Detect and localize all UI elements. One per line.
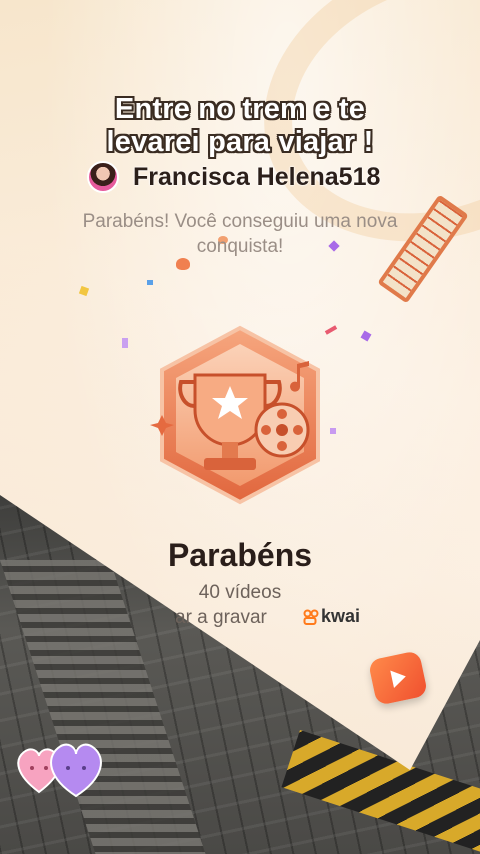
video-frame[interactable]: Entre no trem e te levarei para viajar !… xyxy=(0,0,480,854)
trophy-badge-icon xyxy=(140,320,340,510)
confetti xyxy=(122,338,128,348)
videos-count: 40 vídeos xyxy=(198,582,282,603)
kwai-logo: kwai xyxy=(303,606,360,627)
video-caption-line-1: Entre no trem e te xyxy=(114,93,366,125)
confetti xyxy=(147,280,153,285)
heart-stickers xyxy=(17,743,102,798)
cta-text: ar a gravar xyxy=(175,607,267,628)
avatar[interactable] xyxy=(87,161,119,193)
video-caption-line-2: levarei para viajar ! xyxy=(106,126,374,158)
kwai-brand-text: kwai xyxy=(321,606,361,626)
username[interactable]: Francisca Helena518 xyxy=(133,163,380,192)
kwai-logo-icon xyxy=(303,609,319,625)
achievement-message: Parabéns! Você conseguiu uma nova conqui… xyxy=(82,211,398,257)
creator-info[interactable]: Francisca Helena518 xyxy=(87,160,380,194)
achievement-heading: Parabéns xyxy=(167,537,313,573)
confetti xyxy=(176,258,190,270)
